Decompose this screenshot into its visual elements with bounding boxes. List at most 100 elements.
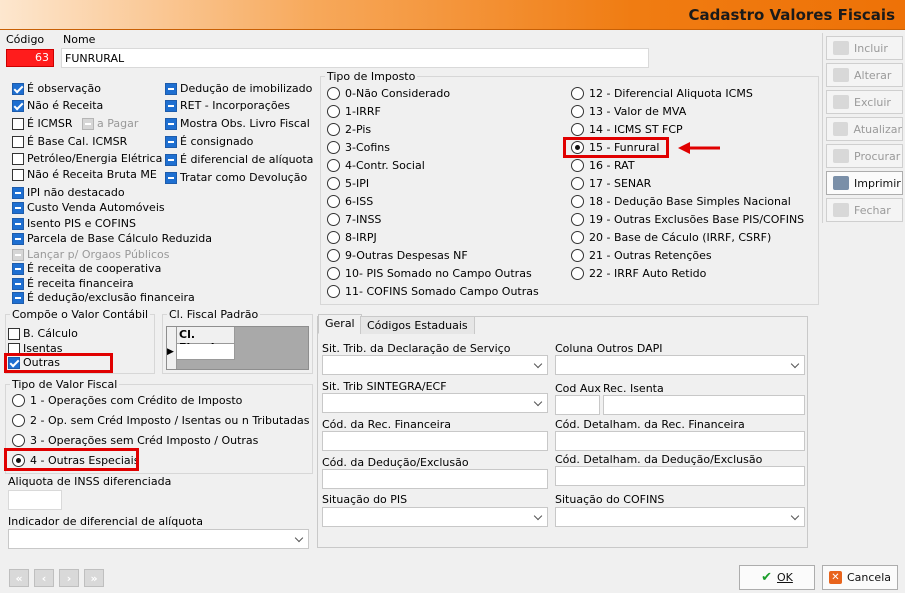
imposto-radio[interactable] bbox=[571, 213, 584, 226]
cl-fiscal-grid[interactable]: Cl. Fiscal ▶ bbox=[166, 326, 309, 370]
imposto-radio[interactable] bbox=[327, 213, 340, 226]
imposto-radio[interactable] bbox=[571, 123, 584, 136]
first-record-button[interactable]: « bbox=[9, 569, 29, 587]
flag-checkbox[interactable] bbox=[12, 168, 24, 181]
cancela-button[interactable]: ✕ Cancela bbox=[822, 565, 898, 590]
flag-checkbox[interactable] bbox=[165, 82, 177, 95]
alterar-button[interactable]: Alterar bbox=[826, 63, 903, 87]
indicador-dif-select[interactable] bbox=[8, 529, 309, 549]
imposto-option[interactable]: 4-Contr. Social bbox=[327, 159, 425, 172]
imposto-radio[interactable] bbox=[571, 249, 584, 262]
codigo-field[interactable]: 63 bbox=[6, 49, 54, 67]
atualizar-button[interactable]: Atualizar bbox=[826, 117, 903, 141]
flag-checkbox[interactable] bbox=[12, 262, 24, 275]
flag-option[interactable]: Dedução de imobilizado bbox=[165, 82, 312, 95]
imposto-option[interactable]: 11- COFINS Somado Campo Outras bbox=[327, 285, 539, 298]
flag-checkbox[interactable] bbox=[12, 186, 24, 199]
imposto-option[interactable]: 6-ISS bbox=[327, 195, 373, 208]
flag-checkbox[interactable] bbox=[165, 153, 177, 166]
imposto-option[interactable]: 1-IRRF bbox=[327, 105, 381, 118]
flag-checkbox[interactable] bbox=[12, 117, 24, 130]
flag-checkbox[interactable] bbox=[12, 291, 24, 304]
flag-checkbox[interactable] bbox=[165, 99, 177, 112]
b-calculo-checkbox[interactable] bbox=[8, 327, 20, 340]
imposto-option[interactable]: 22 - IRRF Auto Retido bbox=[571, 267, 706, 280]
sit-trib-decl-select[interactable] bbox=[322, 355, 548, 375]
next-record-button[interactable]: › bbox=[59, 569, 79, 587]
flag-option[interactable]: Não é Receita Bruta ME bbox=[12, 168, 157, 181]
flag-checkbox[interactable] bbox=[12, 277, 24, 290]
imposto-radio[interactable] bbox=[327, 87, 340, 100]
flag-checkbox[interactable] bbox=[12, 232, 24, 245]
rec-isenta-field[interactable] bbox=[603, 395, 805, 415]
flag-option[interactable]: IPI não destacado bbox=[12, 186, 125, 199]
flag-option[interactable]: Não é Receita bbox=[12, 99, 103, 112]
imposto-option[interactable]: 3-Cofins bbox=[327, 141, 390, 154]
prev-record-button[interactable]: ‹ bbox=[34, 569, 54, 587]
cl-fiscal-column-header[interactable]: Cl. Fiscal bbox=[177, 327, 235, 354]
imposto-option[interactable]: 2-Pis bbox=[327, 123, 371, 136]
b-calculo-option[interactable]: B. Cálculo bbox=[8, 327, 78, 340]
flag-option[interactable]: Petróleo/Energia Elétrica bbox=[12, 152, 162, 165]
flag-option[interactable]: É diferencial de alíquota bbox=[165, 153, 313, 166]
tab-geral[interactable]: Geral bbox=[318, 314, 362, 334]
situacao-cofins-select[interactable] bbox=[555, 507, 805, 527]
flag-option[interactable]: É receita de cooperativa bbox=[12, 262, 161, 275]
imposto-radio[interactable] bbox=[327, 177, 340, 190]
ok-button[interactable]: ✔ OK bbox=[739, 565, 815, 590]
imposto-radio[interactable] bbox=[327, 231, 340, 244]
tipo-valor-radio[interactable] bbox=[12, 394, 25, 407]
imposto-radio[interactable] bbox=[327, 249, 340, 262]
flag-option[interactable]: É receita financeira bbox=[12, 277, 134, 290]
imposto-option[interactable]: 19 - Outras Exclusões Base PIS/COFINS bbox=[571, 213, 804, 226]
flag-option[interactable]: RET - Incorporações bbox=[165, 99, 290, 112]
nome-field[interactable]: FUNRURAL bbox=[61, 48, 649, 68]
imposto-option[interactable]: 14 - ICMS ST FCP bbox=[571, 123, 683, 136]
flag-option[interactable]: É Base Cal. ICMSR bbox=[12, 135, 127, 148]
flag-option[interactable]: Lançar p/ Orgaos Públicos bbox=[12, 248, 170, 261]
flag-checkbox[interactable] bbox=[12, 135, 24, 148]
imposto-option[interactable]: 18 - Dedução Base Simples Nacional bbox=[571, 195, 791, 208]
imposto-radio[interactable] bbox=[327, 141, 340, 154]
imprimir-button[interactable]: Imprimir bbox=[826, 171, 903, 195]
imposto-option[interactable]: 0-Não Considerado bbox=[327, 87, 450, 100]
situacao-pis-select[interactable] bbox=[322, 507, 548, 527]
imposto-option[interactable]: 9-Outras Despesas NF bbox=[327, 249, 468, 262]
flag-checkbox[interactable] bbox=[12, 99, 24, 112]
imposto-radio[interactable] bbox=[327, 267, 340, 280]
imposto-option[interactable]: 21 - Outras Retenções bbox=[571, 249, 712, 262]
cod-aux-field[interactable] bbox=[555, 395, 600, 415]
cl-fiscal-cell[interactable] bbox=[177, 344, 235, 360]
procurar-button[interactable]: Procurar bbox=[826, 144, 903, 168]
imposto-option[interactable]: 10- PIS Somado no Campo Outras bbox=[327, 267, 532, 280]
imposto-radio[interactable] bbox=[327, 195, 340, 208]
imposto-radio[interactable] bbox=[327, 105, 340, 118]
coluna-outros-dapi-select[interactable] bbox=[555, 355, 805, 375]
imposto-option[interactable]: 20 - Base de Cáculo (IRRF, CSRF) bbox=[571, 231, 771, 244]
flag-checkbox[interactable] bbox=[165, 135, 177, 148]
flag-option[interactable]: Tratar como Devolução bbox=[165, 171, 307, 184]
flag-option[interactable]: É observação bbox=[12, 82, 101, 95]
imposto-radio[interactable] bbox=[327, 123, 340, 136]
imposto-radio[interactable] bbox=[327, 285, 340, 298]
imposto-radio[interactable] bbox=[571, 195, 584, 208]
tipo-valor-option[interactable]: 2 - Op. sem Créd Imposto / Isentas ou n … bbox=[12, 414, 309, 427]
incluir-button[interactable]: Incluir bbox=[826, 36, 903, 60]
cod-det-deducao-field[interactable] bbox=[555, 466, 805, 486]
imposto-option[interactable]: 12 - Diferencial Aliquota ICMS bbox=[571, 87, 753, 100]
cod-det-rec-fin-field[interactable] bbox=[555, 431, 805, 451]
imposto-option[interactable]: 13 - Valor de MVA bbox=[571, 105, 686, 118]
flag-option[interactable]: Custo Venda Automóveis bbox=[12, 201, 165, 214]
tipo-valor-radio[interactable] bbox=[12, 434, 25, 447]
flag-option[interactable]: Isento PIS e COFINS bbox=[12, 217, 136, 230]
imposto-radio[interactable] bbox=[571, 177, 584, 190]
imposto-option[interactable]: 17 - SENAR bbox=[571, 177, 651, 190]
flag-checkbox[interactable] bbox=[12, 248, 24, 261]
excluir-button[interactable]: Excluir bbox=[826, 90, 903, 114]
tipo-valor-option[interactable]: 1 - Operações com Crédito de Imposto bbox=[12, 394, 242, 407]
cod-rec-fin-field[interactable] bbox=[322, 431, 548, 451]
flag-checkbox[interactable] bbox=[165, 171, 177, 184]
flag-checkbox[interactable] bbox=[12, 217, 24, 230]
imposto-radio[interactable] bbox=[571, 231, 584, 244]
tab-codigos-estaduais[interactable]: Códigos Estaduais bbox=[360, 316, 475, 334]
